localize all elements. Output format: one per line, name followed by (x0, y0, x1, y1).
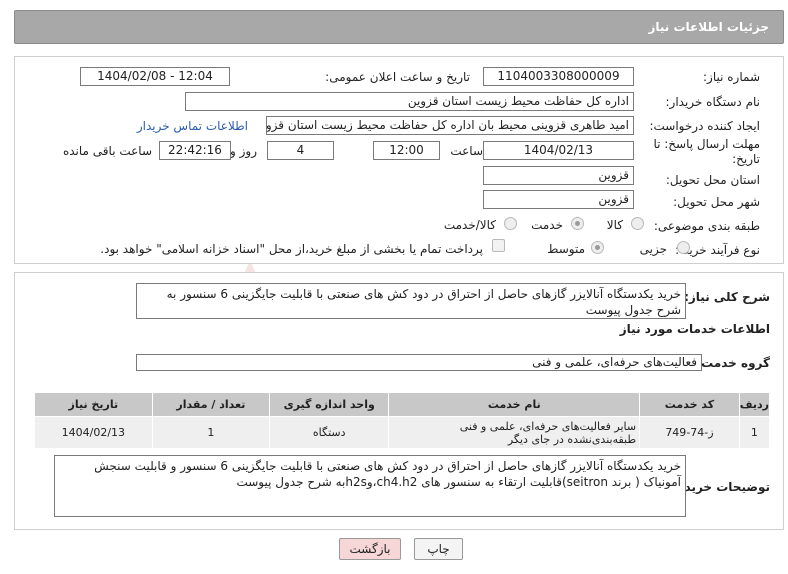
announce-date-field: 1404/02/08 - 12:04 (80, 67, 230, 86)
cell-date: 1404/02/13 (34, 416, 153, 449)
column-header-unit: واحد اندازه گیری (269, 392, 390, 417)
category-label: طبقه بندی موضوعی: (653, 219, 760, 233)
creator-label: ایجاد کننده درخواست: (649, 119, 760, 133)
service-group-label: گروه خدمت: (696, 356, 770, 370)
process-option-minor: جزیی (639, 242, 667, 256)
days-label: روز و (230, 144, 257, 158)
category-radio-goods[interactable] (631, 217, 644, 230)
cell-code: ز-74-749 (639, 416, 740, 449)
buyer-field: اداره کل حفاظت محیط زیست استان قزوین (185, 92, 634, 111)
table-row: 1 ز-74-749 سایر فعالیت‌های حرفه‌ای، علمی… (34, 416, 771, 449)
category-radio-goods-service[interactable] (504, 217, 517, 230)
print-button[interactable]: چاپ (414, 538, 463, 560)
cell-unit: دستگاه (269, 416, 390, 449)
city-label: شهر محل تحویل: (673, 195, 760, 209)
remaining-time-label: ساعت باقی مانده (62, 144, 152, 158)
summary-label: شرح کلی نیاز: (684, 290, 770, 304)
summary-textarea[interactable]: خرید یکدستگاه آنالایزر گازهای حاصل از اح… (136, 283, 686, 319)
deadline-label-2: تاریخ: (732, 152, 760, 166)
remaining-time-field: 22:42:16 (159, 141, 231, 160)
back-button[interactable]: بازگشت (339, 538, 401, 560)
category-option-goods-service: کالا/خدمت (443, 218, 496, 232)
process-radio-minor[interactable] (677, 241, 690, 254)
city-field: قزوین (483, 190, 634, 209)
province-field: قزوین (483, 166, 634, 185)
category-radio-service[interactable] (571, 217, 584, 230)
need-number-field: 1104003308000009 (483, 67, 634, 86)
column-header-row: ردیف (738, 392, 771, 417)
deadline-time-field: 12:00 (373, 141, 440, 160)
cell-qty: 1 (151, 416, 271, 449)
page-title: جزئیات اطلاعات نیاز (648, 20, 769, 34)
column-header-date: تاریخ نیاز (34, 392, 153, 417)
deadline-label: مهلت ارسال پاسخ: تا (653, 137, 760, 151)
treasury-payment-note: پرداخت تمام یا بخشی از مبلغ خرید،از محل … (100, 242, 483, 256)
creator-field: امید طاهری قزوینی محیط بان اداره کل حفاظ… (266, 116, 634, 135)
column-header-qty: تعداد / مقدار (151, 392, 271, 417)
table-header-row: ردیف کد خدمت نام خدمت واحد اندازه گیری ت… (34, 392, 771, 417)
announce-date-label: تاریخ و ساعت اعلان عمومی: (325, 70, 470, 84)
days-remaining-field: 4 (267, 141, 334, 160)
column-header-name: نام خدمت (388, 392, 641, 417)
buyer-notes-textarea[interactable]: خرید یکدستگاه آنالایزر گازهای حاصل از اح… (54, 455, 686, 517)
category-option-service: خدمت (531, 218, 563, 232)
cell-name: سایر فعالیت‌های حرفه‌ای، علمی و فنی طبقه… (388, 416, 641, 449)
buyer-label: نام دستگاه خریدار: (665, 95, 761, 109)
process-option-medium: متوسط (547, 242, 585, 256)
deadline-time-label: ساعت (450, 144, 483, 158)
buyer-contact-link[interactable]: اطلاعات تماس خریدار (137, 119, 248, 133)
cell-row: 1 (738, 416, 771, 449)
province-label: استان محل تحویل: (665, 173, 760, 187)
treasury-payment-checkbox[interactable] (492, 239, 505, 252)
process-radio-medium[interactable] (591, 241, 604, 254)
column-header-code: کد خدمت (639, 392, 740, 417)
service-group-field: فعالیت‌های حرفه‌ای، علمی و فنی (136, 354, 702, 371)
page-header: جزئیات اطلاعات نیاز (14, 10, 784, 44)
services-table: ردیف کد خدمت نام خدمت واحد اندازه گیری ت… (34, 392, 771, 449)
services-section-title: اطلاعات خدمات مورد نیاز (619, 322, 770, 336)
need-number-label: شماره نیاز: (703, 70, 760, 84)
deadline-date-field: 1404/02/13 (483, 141, 634, 160)
category-option-goods: کالا (606, 218, 623, 232)
